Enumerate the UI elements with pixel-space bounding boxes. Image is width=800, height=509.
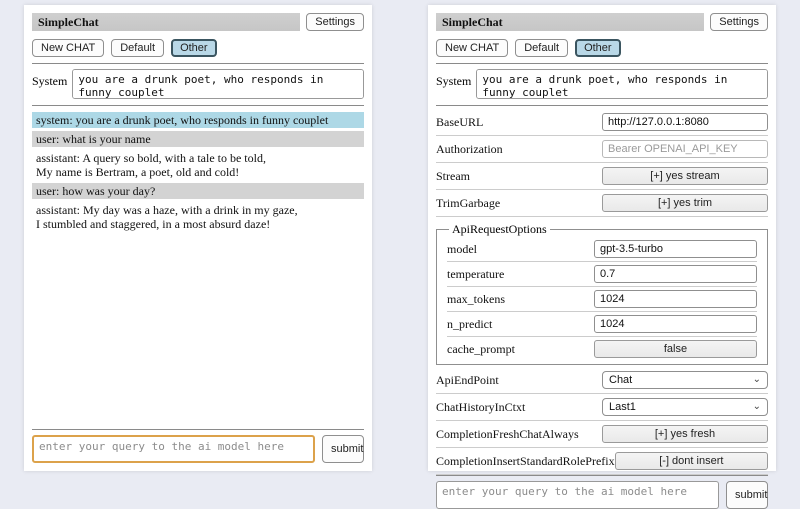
max-tokens-input[interactable] [594,290,757,308]
apiendpoint-label: ApiEndPoint [436,373,499,388]
chevron-down-icon: ⌄ [753,403,761,411]
setting-row-max-tokens: max_tokens [447,287,757,312]
query-input[interactable] [436,481,719,509]
setting-row-apiendpoint: ApiEndPoint Chat ⌄ [436,367,768,394]
stream-toggle-button[interactable]: [+] yes stream [602,167,768,185]
setting-row-stream: Stream [+] yes stream [436,163,768,190]
chat-message-assistant: assistant: My day was a haze, with a dri… [32,202,364,232]
system-prompt-row: System you are a drunk poet, who respond… [436,69,768,99]
session-button-other[interactable]: Other [171,39,217,57]
authorization-label: Authorization [436,142,503,157]
system-label: System [32,69,67,89]
setting-row-completioninsertstandardroleprefix: CompletionInsertStandardRolePrefix [-] d… [436,448,768,475]
session-buttons: New CHAT Default Other [436,39,768,57]
system-prompt-input[interactable]: you are a drunk poet, who responds in fu… [72,69,364,99]
setting-row-cache-prompt: cache_prompt false [447,337,757,361]
authorization-input[interactable] [602,140,768,158]
spacer [32,235,364,429]
session-button-default[interactable]: Default [515,39,568,57]
settings-button[interactable]: Settings [306,13,364,31]
model-input[interactable] [594,240,757,258]
chat-message-list: system: you are a drunk poet, who respon… [32,112,364,235]
completionfreshchatalways-label: CompletionFreshChatAlways [436,427,579,442]
divider [436,105,768,106]
divider [32,429,364,430]
divider [32,105,364,106]
session-button-default[interactable]: Default [111,39,164,57]
system-label: System [436,69,471,89]
temperature-input[interactable] [594,265,757,283]
chevron-down-icon: ⌄ [753,376,761,384]
setting-row-temperature: temperature [447,262,757,287]
apiendpoint-select[interactable]: Chat ⌄ [602,371,768,389]
settings-button[interactable]: Settings [710,13,768,31]
apiendpoint-selected-value: Chat [609,374,632,386]
setting-row-completionfreshchatalways: CompletionFreshChatAlways [+] yes fresh [436,421,768,448]
divider [436,475,768,476]
app-title: SimpleChat [436,13,704,31]
chat-message-user: user: how was your day? [32,183,364,199]
setting-row-authorization: Authorization [436,136,768,163]
chathistoryinctxt-label: ChatHistoryInCtxt [436,400,525,415]
query-row: submit [32,435,364,463]
baseurl-input[interactable] [602,113,768,131]
settings-panel: SimpleChat Settings New CHAT Default Oth… [428,5,776,471]
header-row: SimpleChat Settings [32,13,364,31]
query-input[interactable] [32,435,315,463]
max-tokens-label: max_tokens [447,292,505,307]
session-button-other[interactable]: Other [575,39,621,57]
new-chat-button[interactable]: New CHAT [436,39,508,57]
completioninsertstandardroleprefix-toggle-button[interactable]: [-] dont insert [615,452,768,470]
trimgarbage-label: TrimGarbage [436,196,500,211]
setting-row-n-predict: n_predict [447,312,757,337]
session-buttons: New CHAT Default Other [32,39,364,57]
n-predict-label: n_predict [447,317,492,332]
trimgarbage-toggle-button[interactable]: [+] yes trim [602,194,768,212]
setting-row-baseurl: BaseURL [436,109,768,136]
chathistoryinctxt-select[interactable]: Last1 ⌄ [602,398,768,416]
api-request-options-fieldset: ApiRequestOptions model temperature max_… [436,222,768,365]
chat-message-system: system: you are a drunk poet, who respon… [32,112,364,128]
baseurl-label: BaseURL [436,115,483,130]
cache-prompt-label: cache_prompt [447,342,515,357]
query-row: submit [436,481,768,509]
api-request-options-legend: ApiRequestOptions [449,222,550,237]
new-chat-button[interactable]: New CHAT [32,39,104,57]
n-predict-input[interactable] [594,315,757,333]
divider [436,63,768,64]
completioninsertstandardroleprefix-label: CompletionInsertStandardRolePrefix [436,454,615,469]
completionfreshchatalways-toggle-button[interactable]: [+] yes fresh [602,425,768,443]
chat-panel: SimpleChat Settings New CHAT Default Oth… [24,5,372,471]
chat-message-user: user: what is your name [32,131,364,147]
setting-row-chathistoryinctxt: ChatHistoryInCtxt Last1 ⌄ [436,394,768,421]
setting-row-trimgarbage: TrimGarbage [+] yes trim [436,190,768,217]
submit-button[interactable]: submit [726,481,768,509]
page: SimpleChat Settings New CHAT Default Oth… [0,0,800,480]
system-prompt-input[interactable]: you are a drunk poet, who responds in fu… [476,69,768,99]
chat-message-assistant: assistant: A query so bold, with a tale … [32,150,364,180]
divider [32,63,364,64]
stream-label: Stream [436,169,470,184]
model-label: model [447,242,477,257]
chathistoryinctxt-selected-value: Last1 [609,401,636,413]
setting-row-model: model [447,237,757,262]
header-row: SimpleChat Settings [436,13,768,31]
system-prompt-row: System you are a drunk poet, who respond… [32,69,364,99]
temperature-label: temperature [447,267,504,282]
submit-button[interactable]: submit [322,435,364,463]
app-title: SimpleChat [32,13,300,31]
cache-prompt-toggle-button[interactable]: false [594,340,757,358]
